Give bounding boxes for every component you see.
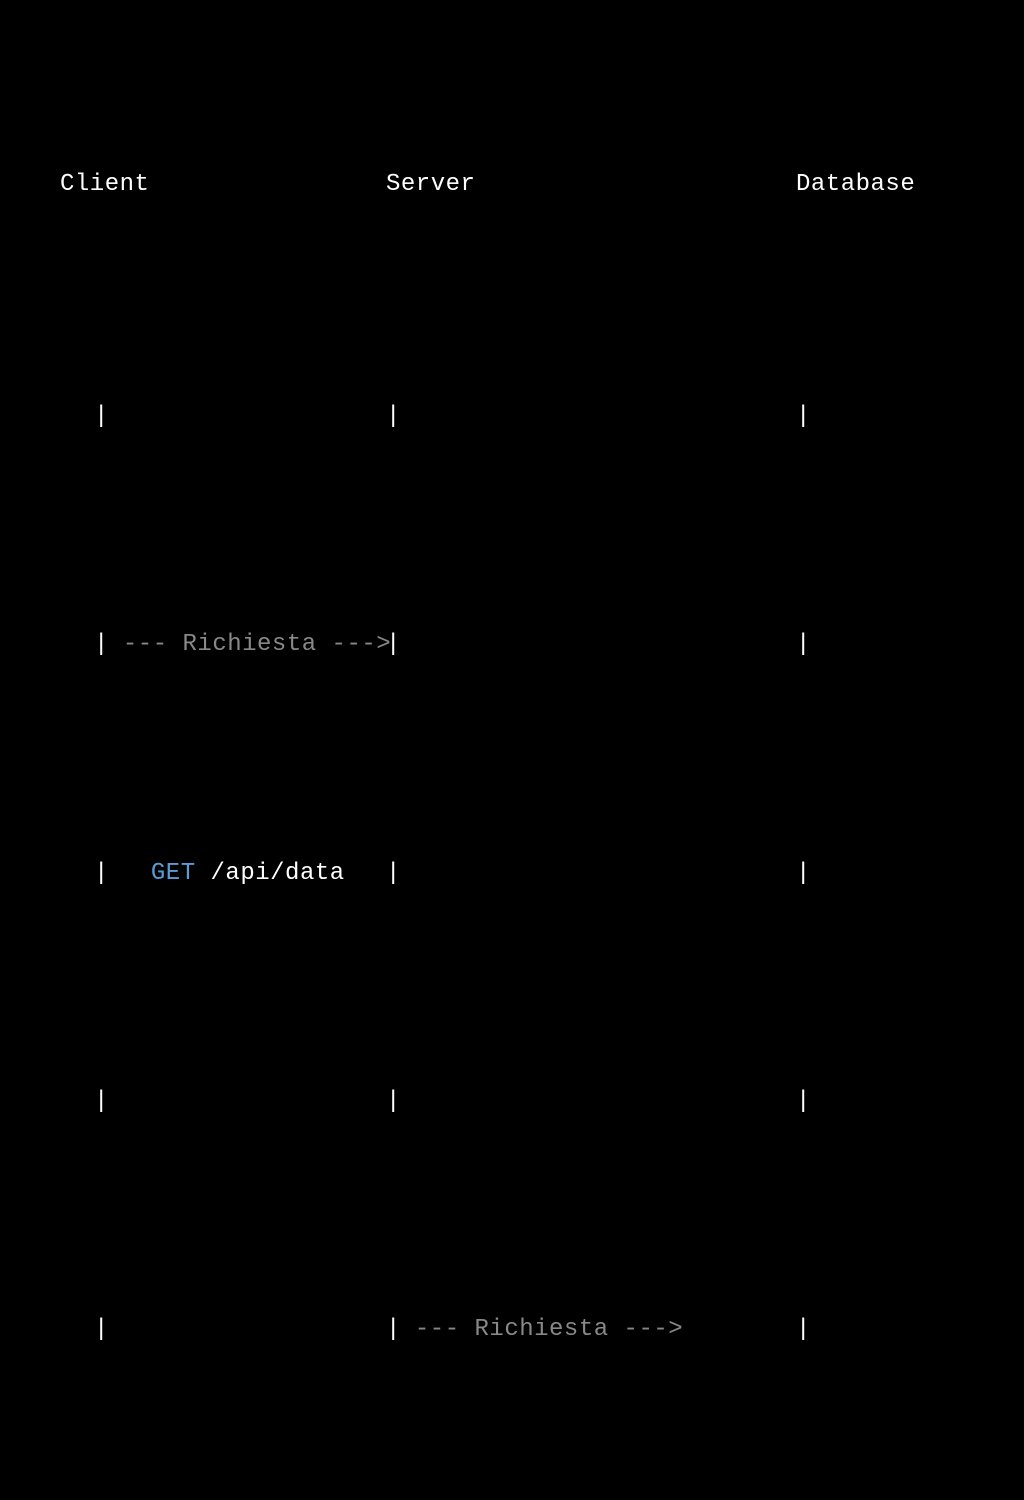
diagram-row: | --- Richiesta ---> | | bbox=[40, 622, 984, 668]
diagram-row: | GET /api/data | | bbox=[40, 851, 984, 897]
lifeline-pipe: | bbox=[386, 1307, 401, 1353]
lifeline-pipe: | bbox=[94, 1079, 109, 1125]
http-path: /api/data bbox=[196, 860, 345, 887]
sequence-diagram: Client Server Database | | | | --- Richi… bbox=[40, 25, 984, 1500]
header-row: Client Server Database bbox=[40, 162, 984, 208]
lifeline-pipe: | bbox=[796, 394, 811, 440]
lifeline-pipe: | bbox=[386, 622, 401, 668]
lifeline-pipe: | bbox=[796, 622, 811, 668]
lifeline-pipe: | bbox=[94, 622, 109, 668]
request-arrow: --- Richiesta ---> bbox=[415, 1307, 683, 1353]
http-request: GET /api/data bbox=[151, 851, 345, 897]
lifeline-pipe: | bbox=[796, 1079, 811, 1125]
header-server: Server bbox=[386, 162, 796, 208]
request-arrow: --- Richiesta ---> bbox=[123, 622, 391, 668]
lifeline-pipe: | bbox=[94, 851, 109, 897]
lifeline-pipe: | bbox=[796, 1307, 811, 1353]
diagram-row: | | --- Richiesta ---> | bbox=[40, 1307, 984, 1353]
header-database: Database bbox=[796, 162, 915, 208]
http-method: GET bbox=[151, 860, 196, 887]
lifeline-pipe: | bbox=[94, 394, 109, 440]
lifeline-pipe: | bbox=[796, 851, 811, 897]
lifeline-pipe: | bbox=[94, 1307, 109, 1353]
lifeline-pipe: | bbox=[386, 851, 401, 897]
header-client: Client bbox=[40, 162, 386, 208]
lifeline-pipe: | bbox=[386, 394, 401, 440]
lifeline-pipe: | bbox=[386, 1079, 401, 1125]
diagram-row: | | | bbox=[40, 1079, 984, 1125]
diagram-row: | | | bbox=[40, 394, 984, 440]
